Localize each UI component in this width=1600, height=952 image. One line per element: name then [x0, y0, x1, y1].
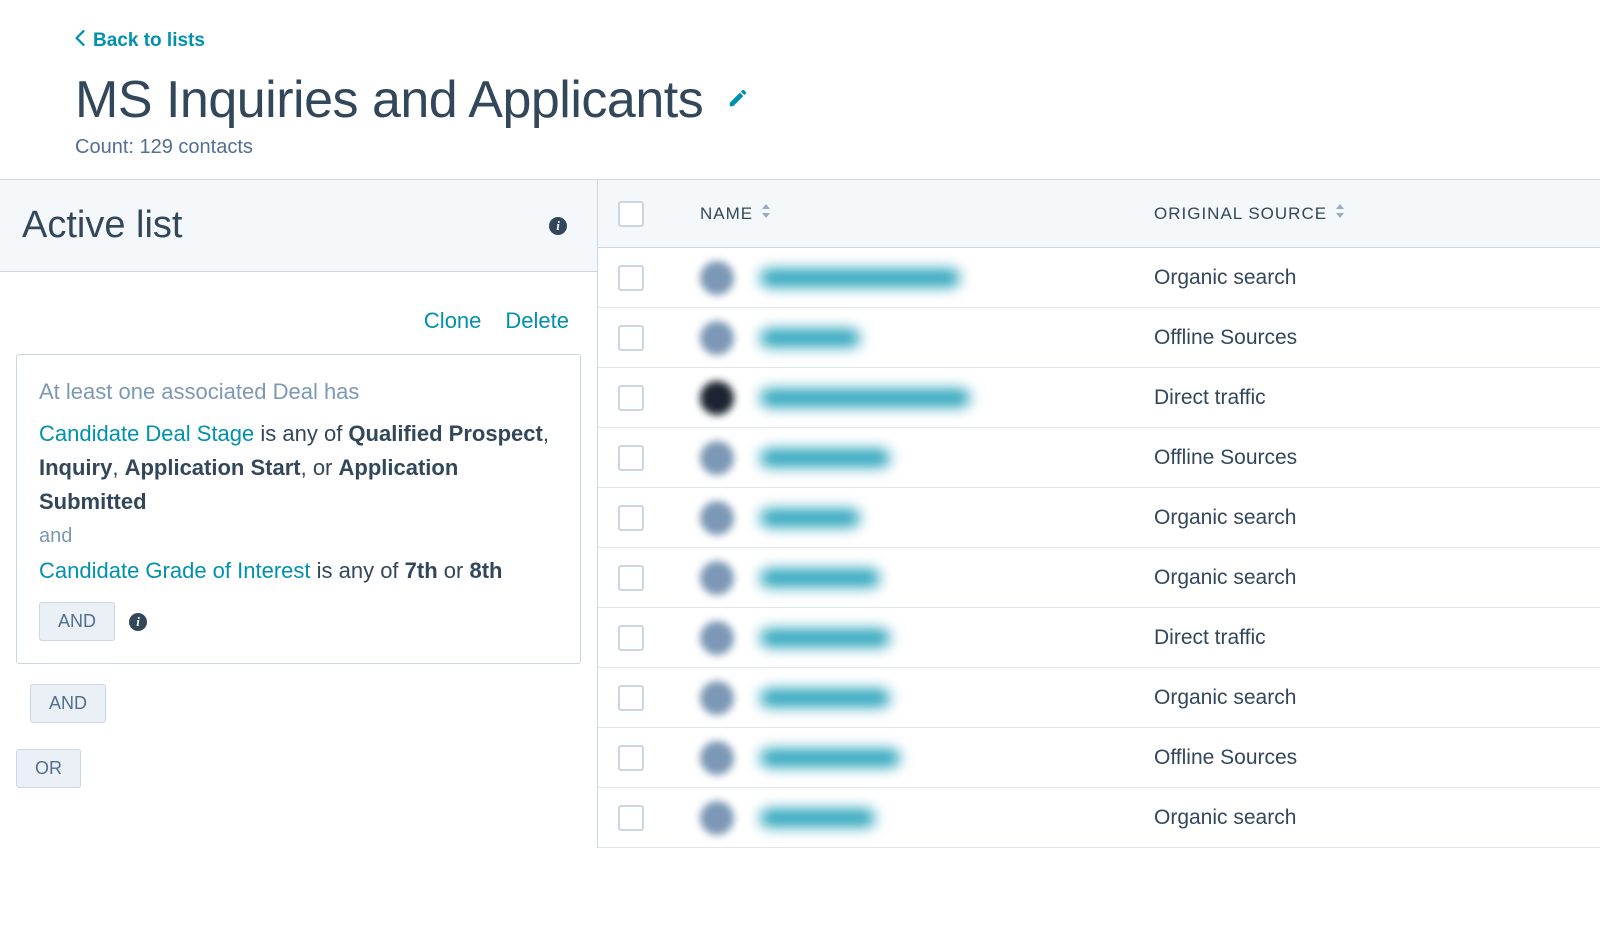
table-row[interactable]: Organic search — [598, 788, 1600, 848]
avatar — [700, 621, 734, 655]
filter-condition-2: Candidate Grade of Interest is any of 7t… — [39, 554, 558, 588]
row-checkbox[interactable] — [618, 385, 644, 411]
count-label: Count: 129 contacts — [75, 136, 1600, 159]
table-row[interactable]: Direct traffic — [598, 608, 1600, 668]
chevron-left-icon — [75, 30, 85, 52]
filter-conjunction: and — [39, 525, 558, 548]
source-value: Direct traffic — [1154, 626, 1266, 650]
edit-pencil-icon[interactable] — [727, 87, 749, 114]
table-row[interactable]: Organic search — [598, 668, 1600, 728]
back-label: Back to lists — [93, 30, 205, 52]
info-icon[interactable]: i — [129, 613, 147, 631]
contact-name[interactable] — [760, 509, 860, 527]
contact-name[interactable] — [760, 329, 860, 347]
back-to-lists-link[interactable]: Back to lists — [75, 30, 205, 52]
row-checkbox[interactable] — [618, 265, 644, 291]
clone-button[interactable]: Clone — [424, 308, 481, 334]
table-row[interactable]: Offline Sources — [598, 728, 1600, 788]
table-row[interactable]: Direct traffic — [598, 368, 1600, 428]
row-checkbox[interactable] — [618, 745, 644, 771]
row-checkbox[interactable] — [618, 325, 644, 351]
source-value: Organic search — [1154, 806, 1296, 830]
source-value: Organic search — [1154, 566, 1296, 590]
filter-card[interactable]: At least one associated Deal has Candida… — [16, 354, 581, 664]
filter-condition-1: Candidate Deal Stage is any of Qualified… — [39, 417, 558, 519]
source-value: Offline Sources — [1154, 326, 1297, 350]
source-value: Organic search — [1154, 506, 1296, 530]
avatar — [700, 261, 734, 295]
avatar — [700, 501, 734, 535]
contact-name[interactable] — [760, 389, 970, 407]
row-checkbox[interactable] — [618, 625, 644, 651]
outer-or-button[interactable]: OR — [16, 749, 81, 788]
info-icon[interactable]: i — [549, 217, 567, 235]
contact-name[interactable] — [760, 569, 880, 587]
row-checkbox[interactable] — [618, 505, 644, 531]
contact-name[interactable] — [760, 809, 875, 827]
select-all-checkbox[interactable] — [618, 201, 644, 227]
panel-title: Active list — [22, 204, 182, 247]
contact-name[interactable] — [760, 629, 890, 647]
row-checkbox[interactable] — [618, 445, 644, 471]
avatar — [700, 681, 734, 715]
avatar — [700, 561, 734, 595]
table-row[interactable]: Organic search — [598, 488, 1600, 548]
avatar — [700, 801, 734, 835]
table-row[interactable]: Organic search — [598, 548, 1600, 608]
source-value: Organic search — [1154, 266, 1296, 290]
table-header-row: NAME ORIGINAL SOURCE — [598, 180, 1600, 248]
row-checkbox[interactable] — [618, 685, 644, 711]
sort-icon[interactable] — [761, 204, 771, 223]
table-row[interactable]: Organic search — [598, 248, 1600, 308]
outer-and-button[interactable]: AND — [30, 684, 106, 723]
source-column-header[interactable]: ORIGINAL SOURCE — [1154, 204, 1327, 224]
avatar — [700, 441, 734, 475]
name-column-header[interactable]: NAME — [700, 204, 753, 224]
contact-name[interactable] — [760, 749, 900, 767]
avatar — [700, 321, 734, 355]
row-checkbox[interactable] — [618, 565, 644, 591]
contact-name[interactable] — [760, 449, 890, 467]
source-value: Offline Sources — [1154, 446, 1297, 470]
sort-icon[interactable] — [1335, 204, 1345, 223]
page-title: MS Inquiries and Applicants — [75, 70, 703, 130]
table-row[interactable]: Offline Sources — [598, 428, 1600, 488]
table-row[interactable]: Offline Sources — [598, 308, 1600, 368]
filter-intro: At least one associated Deal has — [39, 379, 558, 405]
source-value: Offline Sources — [1154, 746, 1297, 770]
inner-and-button[interactable]: AND — [39, 602, 115, 641]
contact-name[interactable] — [760, 269, 960, 287]
contact-name[interactable] — [760, 689, 890, 707]
avatar — [700, 741, 734, 775]
source-value: Organic search — [1154, 686, 1296, 710]
avatar — [700, 381, 734, 415]
source-value: Direct traffic — [1154, 386, 1266, 410]
delete-button[interactable]: Delete — [505, 308, 569, 334]
row-checkbox[interactable] — [618, 805, 644, 831]
